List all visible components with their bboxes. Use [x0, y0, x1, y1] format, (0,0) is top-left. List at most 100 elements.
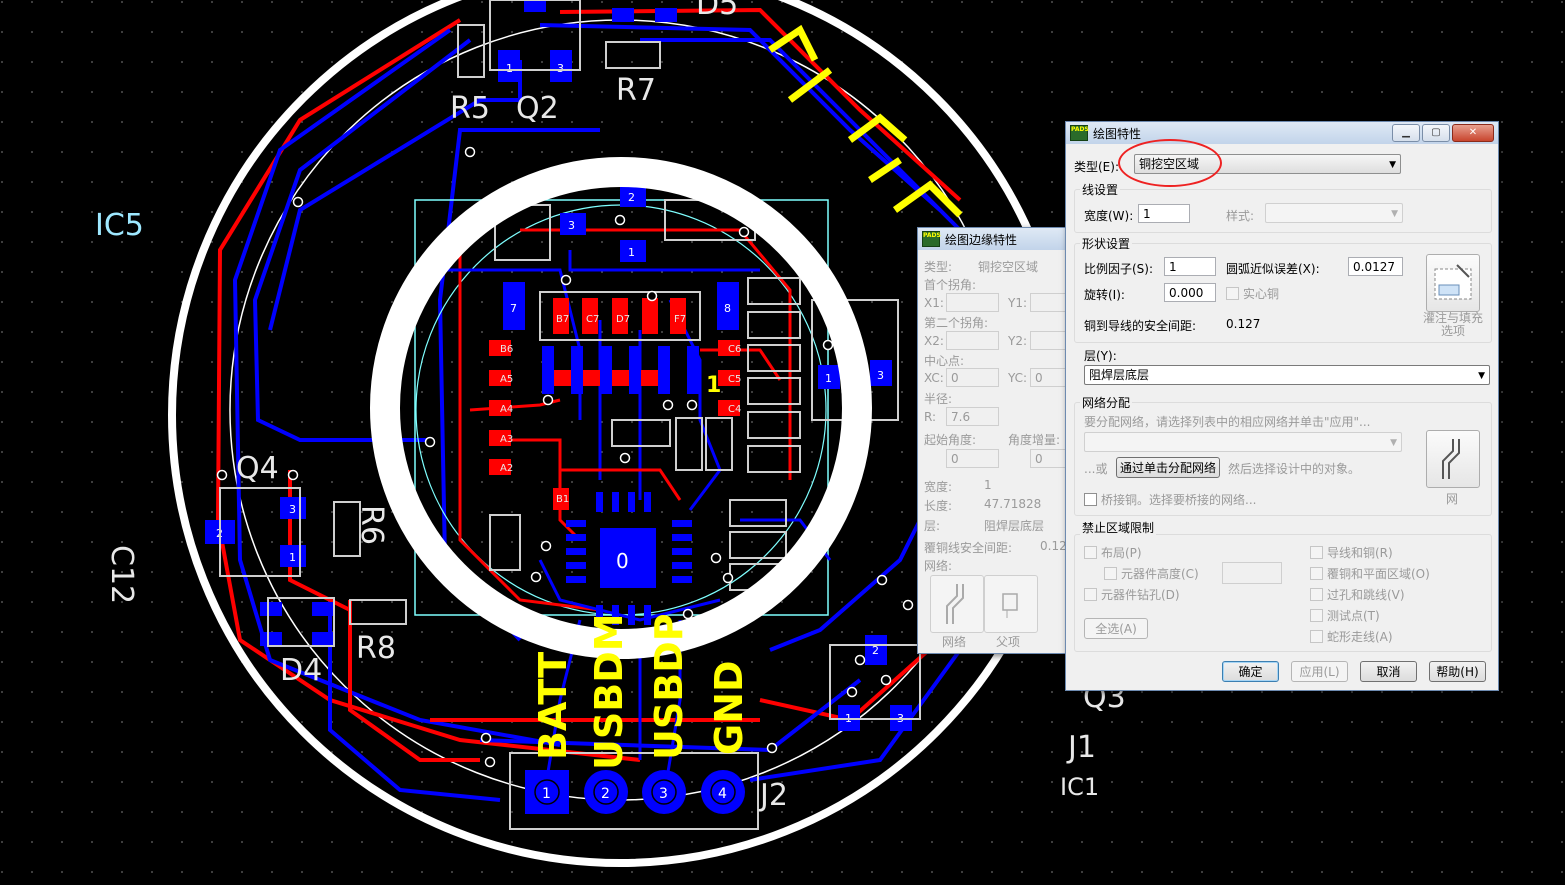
layer-label: 层(Y): — [1084, 349, 1117, 363]
net-button-label: 网 — [1446, 492, 1459, 506]
svg-text:D4: D4 — [280, 653, 322, 688]
ok-button[interactable]: 确定 — [1222, 661, 1279, 682]
layer-select-value: 阻焊层底层 — [1089, 368, 1150, 382]
net-button[interactable] — [1426, 430, 1480, 488]
width-input[interactable]: 1 — [1138, 204, 1190, 223]
line-settings-title: 线设置 — [1080, 181, 1121, 198]
serpentine-checkbox[interactable]: 蛇形走线(A) — [1310, 628, 1393, 645]
vias-jumpers-label: 过孔和跳线(V) — [1327, 588, 1405, 602]
radius-label: 半径: — [924, 392, 953, 406]
svg-text:D5: D5 — [696, 0, 738, 22]
placement-checkbox[interactable]: 布局(P) — [1084, 544, 1142, 561]
svg-text:3: 3 — [568, 219, 575, 232]
style-select[interactable]: ▼ — [1265, 203, 1403, 223]
help-button[interactable]: 帮助(H) — [1429, 661, 1486, 682]
edge-layer-value: 阻焊层底层 — [984, 519, 1045, 533]
svg-text:J2: J2 — [758, 778, 788, 813]
scale-label: 比例因子(S): — [1084, 262, 1154, 276]
edge-width-value: 1 — [984, 478, 992, 492]
yc-label: YC: — [1008, 371, 1028, 385]
angle-inc-label: 角度增量: — [1008, 433, 1061, 447]
xc-label: XC: — [924, 371, 944, 385]
width-label: 宽度(W): — [1084, 209, 1134, 223]
chevron-down-icon: ▼ — [1391, 209, 1398, 219]
svg-text:C12: C12 — [104, 545, 139, 604]
test-points-checkbox[interactable]: 测试点(T) — [1310, 607, 1380, 624]
svg-text:Q4: Q4 — [236, 451, 279, 486]
svg-text:C4: C4 — [728, 404, 741, 415]
radius-field[interactable]: 7.6 — [946, 407, 999, 426]
edge-parent-button[interactable] — [984, 575, 1038, 633]
svg-text:1: 1 — [628, 246, 635, 259]
x2-field[interactable] — [946, 331, 999, 350]
svg-text:7: 7 — [510, 302, 517, 315]
serpentine-label: 蛇形走线(A) — [1327, 630, 1393, 644]
center-label: 中心点: — [924, 354, 965, 368]
svg-text:1: 1 — [542, 786, 551, 802]
xc-field[interactable]: 0 — [946, 368, 999, 387]
copper-plane-label: 覆铜和平面区域(O) — [1327, 567, 1430, 581]
y1-label: Y1: — [1008, 296, 1028, 310]
arc-error-input[interactable]: 0.0127 — [1348, 257, 1403, 276]
pads-app-icon: PADS — [922, 231, 941, 247]
drawing-properties-dialog[interactable]: PADS 绘图特性 ▁ ▢ ✕ 类型(E): 铜挖空区域 ▼ 线设置 宽度(W)… — [1065, 121, 1499, 691]
first-corner-label: 首个拐角: — [924, 278, 977, 292]
svg-text:4: 4 — [718, 786, 727, 802]
y2-label: Y2: — [1008, 334, 1028, 348]
svg-text:2: 2 — [628, 191, 635, 204]
assign-by-click-button[interactable]: 通过单击分配网络 — [1116, 457, 1220, 478]
edge-net-label: 网络: — [924, 559, 953, 573]
svg-text:1: 1 — [825, 372, 832, 385]
start-angle-field[interactable]: 0 — [946, 449, 999, 468]
svg-text:A3: A3 — [500, 434, 513, 445]
rotate-input[interactable]: 0.000 — [1164, 283, 1216, 302]
rotate-label: 旋转(I): — [1084, 288, 1125, 302]
copper-trace-clearance-value: 0.127 — [1226, 317, 1261, 331]
svg-text:A2: A2 — [500, 463, 513, 474]
main-dialog-title: 绘图特性 — [1093, 126, 1142, 141]
component-drill-checkbox[interactable]: 元器件钻孔(D) — [1084, 586, 1180, 603]
edge-type-value: 铜挖空区域 — [978, 260, 1039, 274]
edge-clearance-label: 覆铜线安全间距: — [924, 541, 1013, 555]
select-all-button[interactable]: 全选(A) — [1084, 618, 1148, 639]
layer-select[interactable]: 阻焊层底层 ▼ — [1084, 365, 1490, 385]
pour-fill-options-button[interactable] — [1426, 254, 1480, 312]
traces-copper-checkbox[interactable]: 导线和铜(R) — [1310, 544, 1393, 561]
main-dialog-titlebar[interactable]: PADS 绘图特性 ▁ ▢ ✕ — [1066, 122, 1498, 144]
solid-copper-checkbox[interactable]: 实心铜 — [1226, 285, 1279, 302]
svg-text:USBDP: USBDP — [647, 613, 691, 760]
component-height-label: 元器件高度(C) — [1121, 567, 1199, 581]
copper-plane-checkbox[interactable]: 覆铜和平面区域(O) — [1310, 565, 1430, 582]
svg-text:B7: B7 — [556, 314, 569, 325]
edge-net-button[interactable] — [930, 575, 984, 633]
x2-label: X2: — [924, 334, 944, 348]
svg-text:Q2: Q2 — [516, 91, 559, 126]
apply-button[interactable]: 应用(L) — [1291, 661, 1348, 682]
edge-dialog-title: 绘图边缘特性 — [945, 232, 1018, 247]
close-button[interactable]: ✕ — [1452, 124, 1494, 142]
minimize-button[interactable]: ▁ — [1392, 124, 1420, 142]
svg-text:C6: C6 — [728, 344, 741, 355]
bridge-copper-checkbox[interactable]: 桥接铜。选择要桥接的网络... — [1084, 491, 1256, 508]
svg-text:1: 1 — [506, 62, 513, 75]
svg-text:USBDM: USBDM — [587, 613, 631, 770]
scale-input[interactable]: 1 — [1164, 257, 1216, 276]
x1-field[interactable] — [946, 293, 999, 312]
pour-fill-icon — [1434, 264, 1472, 300]
net-assignment-hint: 要分配网络，请选择列表中的相应网络并单击"应用"... — [1084, 415, 1371, 429]
svg-text:R7: R7 — [616, 73, 656, 108]
svg-text:8: 8 — [724, 302, 731, 315]
component-height-input[interactable] — [1222, 562, 1282, 584]
second-corner-label: 第二个拐角: — [924, 316, 989, 330]
svg-text:R6: R6 — [354, 505, 389, 545]
svg-text:2: 2 — [601, 786, 610, 802]
bridge-copper-label: 桥接铜。选择要桥接的网络... — [1101, 493, 1257, 507]
cancel-button[interactable]: 取消 — [1360, 661, 1417, 682]
vias-jumpers-checkbox[interactable]: 过孔和跳线(V) — [1310, 586, 1405, 603]
maximize-button[interactable]: ▢ — [1422, 124, 1450, 142]
net-select[interactable]: ▼ — [1084, 432, 1402, 452]
svg-text:BATT: BATT — [531, 652, 575, 760]
x1-label: X1: — [924, 296, 944, 310]
component-height-checkbox[interactable]: 元器件高度(C) — [1104, 565, 1199, 582]
edge-parent-button-label: 父项 — [996, 635, 1021, 649]
